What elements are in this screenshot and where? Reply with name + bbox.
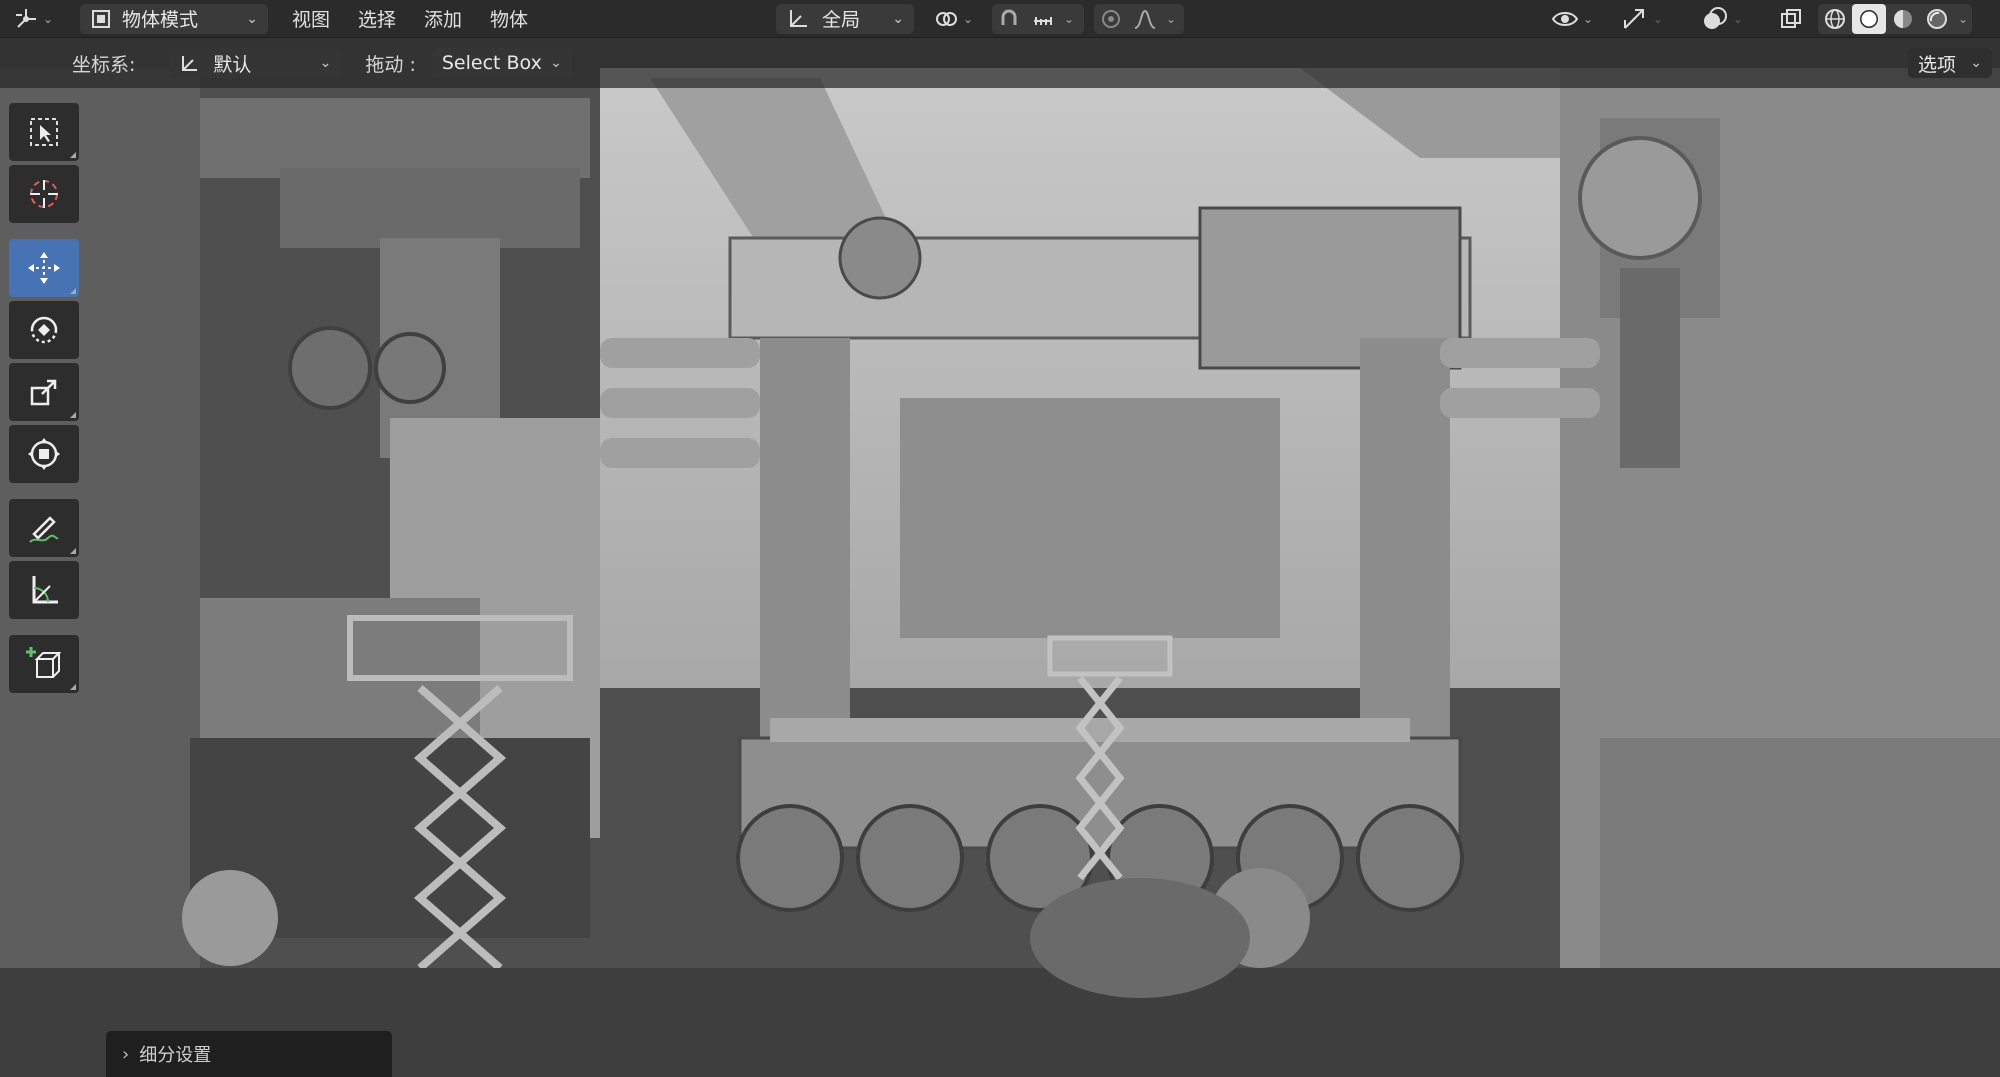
transform-icon	[28, 438, 60, 470]
shading-wireframe[interactable]	[1818, 4, 1852, 34]
pivot-point-button[interactable]: ⌄	[930, 4, 980, 34]
rendered-sphere-icon	[1927, 8, 1947, 29]
chevron-down-icon: ⌄	[1582, 11, 1594, 26]
options-dropdown[interactable]: 选项 ⌄	[1908, 48, 1992, 78]
cursor-icon	[30, 180, 58, 208]
scale-icon	[30, 379, 57, 406]
coord-system-dropdown[interactable]: 默认 ⌄	[169, 48, 342, 78]
add-cube-icon	[26, 647, 62, 678]
chevron-down-icon: ⌄	[1064, 11, 1075, 26]
proportional-edit-group: ⌄	[1094, 3, 1185, 34]
object-mode-icon	[92, 9, 110, 28]
shading-material[interactable]	[1886, 4, 1920, 34]
move-icon	[28, 252, 60, 284]
tool-variants-indicator	[70, 288, 76, 294]
axis-gizmo-icon	[15, 8, 36, 28]
tool-variants-indicator	[70, 412, 76, 418]
tool-shelf	[9, 103, 81, 697]
pivot-icon	[935, 11, 957, 26]
chevron-down-icon: ⌄	[962, 11, 974, 26]
editor-type-button[interactable]: ⌄	[10, 4, 60, 34]
xray-toggle[interactable]	[1774, 4, 1808, 34]
last-operator-panel[interactable]: › 细分设置	[106, 1031, 392, 1077]
shading-group: ⌄	[1818, 3, 1973, 34]
menu-object[interactable]: 物体	[476, 5, 542, 32]
falloff-curve-icon	[1134, 9, 1156, 29]
annotate-icon	[29, 516, 59, 543]
rotate-icon	[30, 316, 58, 344]
eye-icon	[1551, 11, 1579, 26]
tool-rotate[interactable]	[9, 301, 79, 359]
menu-select[interactable]: 选择	[344, 5, 410, 32]
overlays-toggle[interactable]: ⌄	[1694, 4, 1754, 34]
solid-sphere-icon	[1860, 9, 1878, 28]
scene-render	[0, 38, 2000, 1077]
gizmo-arrow-icon	[1623, 8, 1644, 29]
xray-icon	[1781, 8, 1801, 28]
gizmo-toggle[interactable]: ⌄	[1614, 4, 1674, 34]
chevron-down-icon: ⌄	[1732, 11, 1744, 26]
falloff-button[interactable]	[1128, 4, 1162, 34]
proportional-edit-toggle[interactable]	[1094, 4, 1128, 34]
chevron-down-icon: ⌄	[42, 11, 54, 26]
last-operator-label: 细分设置	[139, 1045, 212, 1066]
options-label: 选项	[1918, 53, 1957, 76]
viewport-header: ⌄ 物体模式 ⌄ 视图 选择 添加 物体 全局 ⌄ ⌄ ⌄ ⌄ ⌄ ⌄ ⌄ ⌄	[0, 0, 2000, 38]
orientation-label: 全局	[822, 9, 861, 31]
snap-toggle[interactable]	[992, 4, 1026, 34]
transform-pivot-icon	[182, 56, 198, 71]
tool-settings-header: 坐标系: 默认 ⌄ 拖动 : Select Box ⌄ 选项 ⌄	[0, 38, 2000, 88]
mode-dropdown[interactable]: 物体模式 ⌄	[80, 3, 268, 34]
magnet-icon	[1001, 9, 1017, 25]
3d-viewport[interactable]	[0, 38, 2000, 1077]
viewport-menus: 视图 选择 添加 物体	[278, 5, 542, 32]
chevron-down-icon: ⌄	[319, 55, 332, 71]
chevron-down-icon: ⌄	[1652, 11, 1664, 26]
tool-annotate[interactable]	[9, 499, 79, 557]
chevron-right-icon: ›	[122, 1043, 130, 1065]
drag-label: 拖动 :	[365, 53, 416, 76]
overlays-icon	[1703, 6, 1727, 29]
wireframe-sphere-icon	[1825, 8, 1845, 29]
chevron-down-icon: ⌄	[892, 10, 904, 27]
chevron-down-icon: ⌄	[1166, 11, 1177, 26]
drag-value: Select Box	[441, 52, 542, 74]
shading-rendered[interactable]	[1920, 4, 1954, 34]
tool-variants-indicator	[70, 548, 76, 554]
snap-increment-icon	[1034, 16, 1052, 25]
chevron-down-icon: ⌄	[550, 55, 562, 71]
menu-view[interactable]: 视图	[278, 5, 344, 32]
tool-add-cube[interactable]	[9, 635, 79, 693]
tool-transform[interactable]	[9, 425, 79, 483]
orientation-axes-icon	[790, 9, 807, 27]
tool-variants-indicator	[70, 152, 76, 158]
select-box-icon	[30, 118, 58, 146]
tool-cursor[interactable]	[9, 165, 79, 223]
snap-target-button[interactable]	[1026, 4, 1060, 34]
tool-move[interactable]	[9, 239, 79, 297]
chevron-down-icon: ⌄	[1970, 55, 1982, 71]
coord-system-value: 默认	[213, 53, 252, 76]
menu-add[interactable]: 添加	[410, 5, 476, 32]
coord-system-label: 坐标系:	[72, 53, 136, 76]
material-sphere-icon	[1894, 9, 1912, 28]
snapping-group: ⌄	[992, 3, 1085, 34]
measure-icon	[32, 576, 58, 604]
shading-solid[interactable]	[1852, 3, 1886, 34]
tool-variants-indicator	[70, 684, 76, 690]
transform-orientation-dropdown[interactable]: 全局 ⌄	[776, 3, 914, 34]
drag-dropdown[interactable]: Select Box ⌄	[431, 48, 572, 78]
tool-select-box[interactable]	[9, 103, 79, 161]
tool-measure[interactable]	[9, 561, 79, 619]
visibility-button[interactable]: ⌄	[1546, 4, 1602, 34]
tool-scale[interactable]	[9, 363, 79, 421]
proportional-edit-icon	[1102, 9, 1120, 28]
chevron-down-icon: ⌄	[246, 10, 258, 27]
chevron-down-icon: ⌄	[1958, 11, 1969, 26]
mode-label: 物体模式	[122, 9, 199, 31]
